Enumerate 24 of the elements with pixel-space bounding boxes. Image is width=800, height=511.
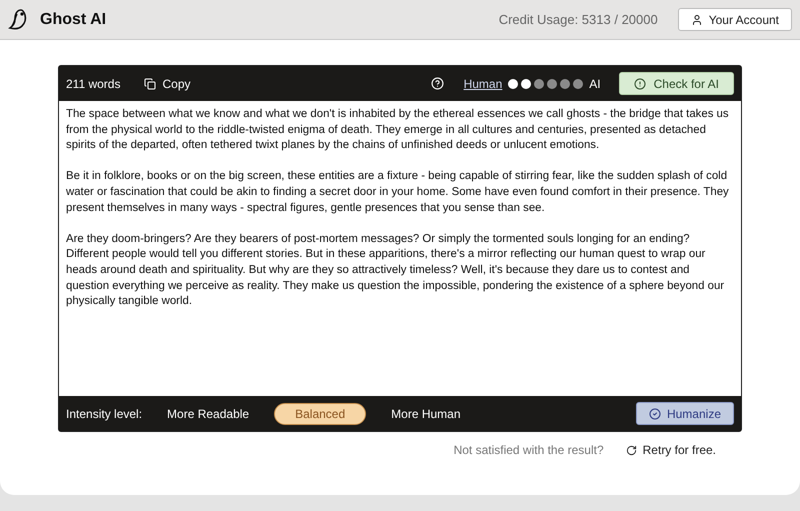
brand-name: Ghost AI — [40, 10, 106, 28]
ai-label: AI — [589, 76, 601, 90]
retry-icon — [626, 444, 637, 456]
word-count: 211 words — [66, 76, 120, 90]
intensity-option[interactable]: More Readable — [146, 402, 270, 424]
humanize-button[interactable]: Humanize — [636, 402, 734, 425]
credit-usage: Credit Usage: 5313 / 20000 — [498, 12, 658, 27]
intensity-option[interactable]: More Human — [370, 402, 482, 424]
paragraph: Be it in folklore, books or on the big screen, these entities are a fixture - being capable of stirring fear, like the sudden splash of cold water or fascination that could be akin to finding a secret door in your home. Some have even found comfort in their presence. They present themselves in many ways - spectral figures, gentle presences that you sense than see. — [66, 169, 730, 216]
check-for-ai-button[interactable]: Check for AI — [618, 72, 734, 95]
help-icon[interactable] — [430, 77, 444, 90]
intensity-label: Intensity level: — [66, 406, 142, 420]
paragraph: Are they doom-bringers? Are they bearers of post-mortem messages? Or simply the tormented souls longing for an ending? Different people would tell you different stories. But in these apparitions, there's a mirror reflecting our human quest to wrap our heads around death and spirituality. But why are they so attractively timeless? Well, it's because they dare us to contest and question everything we perceive as reality. They make us question the impossible, pondering the existence of a sphere beyond our physically tangible world. — [66, 232, 726, 310]
human-link[interactable]: Human — [464, 76, 502, 90]
alert-icon — [634, 78, 646, 90]
copy-icon — [144, 78, 156, 90]
user-icon — [690, 14, 703, 26]
account-button[interactable]: Your Account — [678, 8, 792, 31]
paragraph: The space between what we know and what we don't is inhabited by the ethereal essences we call ghosts - the bridge that takes us from the physical world to the riddle-twisted enigma of death. They emerge in all cultures and centuries, presented as detached spirits of the departed, often tethered twixt planes by the chains of unfinished deeds or unlucent emotions. — [66, 107, 730, 154]
check-circle-icon — [648, 408, 661, 420]
intensity-option[interactable]: Balanced — [274, 402, 366, 424]
retry-question: Not satisfied with the result? — [454, 443, 604, 457]
copy-button[interactable]: Copy — [140, 76, 194, 90]
retry-button[interactable]: Retry for free. — [620, 442, 722, 458]
